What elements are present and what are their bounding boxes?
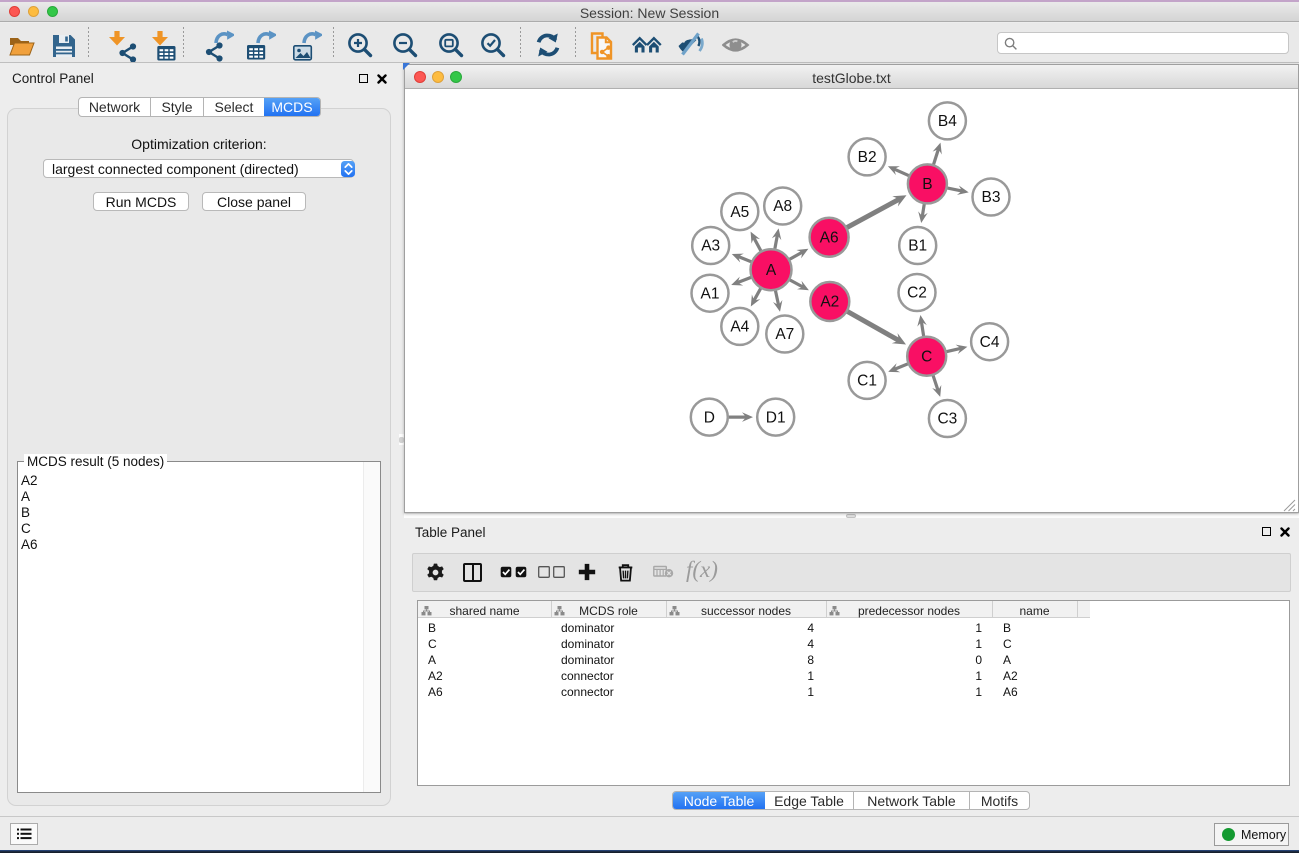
svg-text:B4: B4	[938, 113, 957, 130]
svg-text:C4: C4	[980, 334, 1000, 351]
svg-text:C1: C1	[857, 373, 877, 390]
svg-text:B3: B3	[982, 189, 1001, 206]
svg-text:A4: A4	[730, 319, 749, 336]
svg-text:D: D	[704, 409, 715, 426]
svg-text:A6: A6	[820, 229, 839, 246]
svg-text:A2: A2	[820, 294, 839, 311]
svg-text:A1: A1	[701, 285, 720, 302]
svg-text:A3: A3	[701, 238, 720, 255]
svg-text:B2: B2	[858, 149, 877, 166]
svg-text:B: B	[922, 176, 932, 193]
svg-text:A5: A5	[730, 204, 749, 221]
svg-text:B1: B1	[908, 238, 927, 255]
svg-text:C: C	[921, 348, 932, 365]
svg-text:C3: C3	[937, 411, 957, 428]
svg-text:A8: A8	[773, 198, 792, 215]
svg-text:A7: A7	[775, 326, 794, 343]
svg-text:A: A	[766, 262, 777, 279]
svg-text:D1: D1	[766, 409, 786, 426]
svg-text:C2: C2	[907, 285, 927, 302]
